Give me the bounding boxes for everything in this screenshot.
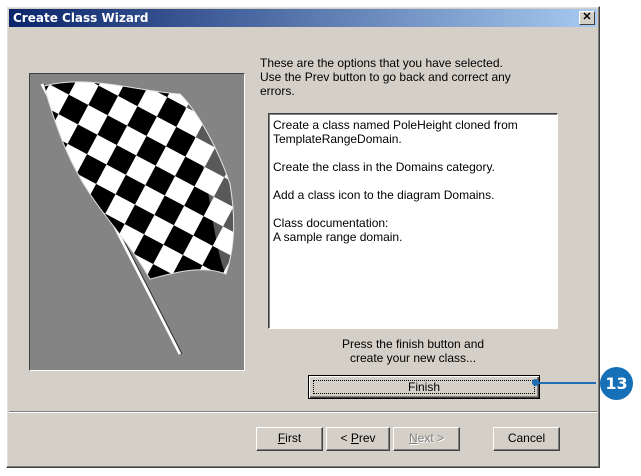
callout-line <box>536 382 596 384</box>
close-button[interactable]: ✕ <box>579 11 595 25</box>
step-callout-badge: 13 <box>600 367 633 400</box>
summary-paragraph: Create a class named PoleHeight cloned f… <box>273 118 553 146</box>
cancel-label: Cancel <box>507 431 546 445</box>
next-accel: N <box>408 431 418 445</box>
finish-prompt-line: Press the finish button and <box>341 337 485 351</box>
summary-line: A sample range domain. <box>273 230 403 244</box>
prev-button[interactable]: < Prev <box>326 427 390 451</box>
button-separator <box>9 411 597 413</box>
summary-line: Class documentation: <box>273 216 389 230</box>
summary-paragraph: Class documentation: A sample range doma… <box>273 216 553 244</box>
finish-prompt: Press the finish button and create your … <box>268 337 558 365</box>
intro-text: These are the options that you have sele… <box>260 56 560 98</box>
prev-label: rev <box>358 431 376 445</box>
intro-line: These are the options that you have sele… <box>260 56 503 70</box>
summary-paragraph: Add a class icon to the diagram Domains. <box>273 188 553 202</box>
summary-line: Create a class named PoleHeight cloned f… <box>273 118 518 132</box>
wizard-image <box>29 73 245 371</box>
next-label: ext > <box>417 431 445 445</box>
summary-line: Create the class in the Domains category… <box>273 160 495 174</box>
finish-label: Finish <box>313 380 535 394</box>
prev-accel: P <box>350 431 359 445</box>
intro-line: errors. <box>260 84 295 98</box>
first-button[interactable]: First <box>256 427 323 451</box>
cancel-button[interactable]: Cancel <box>493 427 560 451</box>
intro-line: Use the Prev button to go back and corre… <box>260 70 511 84</box>
title-bar[interactable]: Create Class Wizard ✕ <box>9 9 597 27</box>
summary-line: TemplateRangeDomain. <box>273 132 402 146</box>
next-button[interactable]: Next > <box>393 427 460 451</box>
close-icon: ✕ <box>582 11 592 23</box>
summary-textbox[interactable]: Create a class named PoleHeight cloned f… <box>268 113 558 329</box>
checkered-flag-icon <box>40 81 235 355</box>
finish-prompt-line: create your new class... <box>349 351 477 365</box>
wizard-dialog: Create Class Wizard ✕ These are the opti… <box>6 6 600 468</box>
prev-prefix: < <box>340 431 351 445</box>
window-title: Create Class Wizard <box>13 11 149 25</box>
summary-line: Add a class icon to the diagram Domains. <box>273 188 495 202</box>
finish-button[interactable]: Finish <box>308 375 540 399</box>
first-label: irst <box>285 431 302 445</box>
summary-paragraph: Create the class in the Domains category… <box>273 160 553 174</box>
